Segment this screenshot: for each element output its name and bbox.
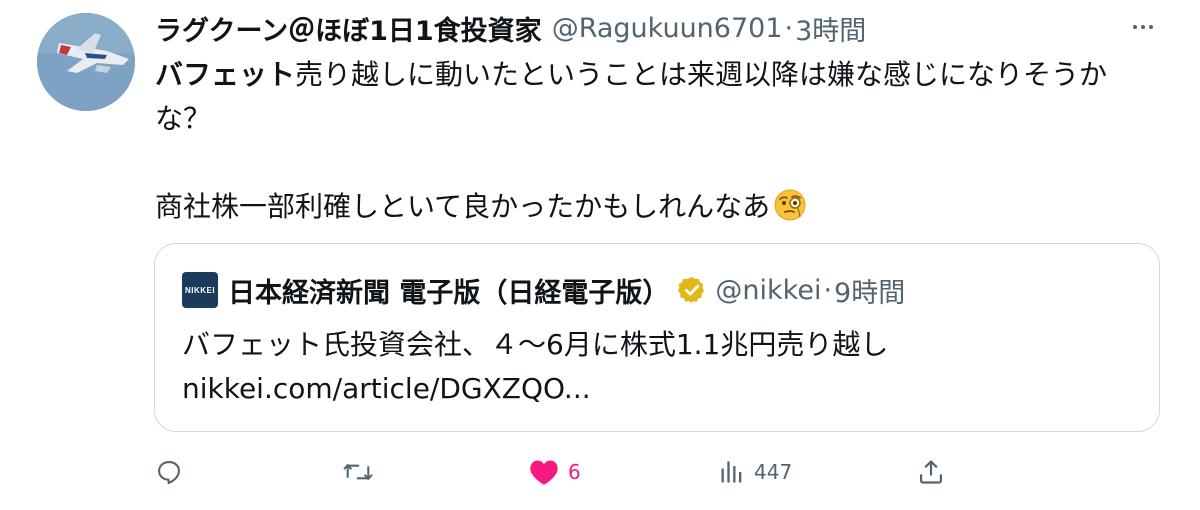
views-button[interactable]: 447 xyxy=(718,452,792,492)
quoted-author-display-name[interactable]: 日本経済新聞 電子版（日経電子版） xyxy=(228,271,669,310)
more-icon-dot xyxy=(1133,25,1137,29)
quoted-tweet-timestamp[interactable]: 9時間 xyxy=(834,271,905,310)
views-count: 447 xyxy=(754,460,793,484)
tweet-bold-term: バフェット xyxy=(155,58,296,91)
tweet-text-line-3-text: 商社株一部利確しといて良かったかもしれんなあ xyxy=(155,190,771,223)
like-button[interactable]: 6 xyxy=(528,452,581,492)
share-button[interactable] xyxy=(917,452,945,492)
author-display-name[interactable]: ラグクーン＠ほぼ1日1食投資家 xyxy=(155,9,542,48)
tweet-text-line-3: 商社株一部利確しといて良かったかもしれんなあ xyxy=(155,185,1165,229)
tweet-text-rest: 売り越しに動いたということは来週以降は嫌な感じになりそうか xyxy=(295,58,1108,91)
quoted-link[interactable]: nikkei.com/article/DGXZQO... xyxy=(182,367,888,411)
quoted-author-avatar[interactable]: NIKKEI xyxy=(182,272,218,308)
quoted-tweet-header: NIKKEI 日本経済新聞 電子版（日経電子版） @nikkei · 9時間 xyxy=(182,271,905,310)
more-icon-dot xyxy=(1149,25,1153,29)
reply-button[interactable] xyxy=(155,452,191,492)
tweet-text-line-1: バフェット売り越しに動いたということは来週以降は嫌な感じになりそうか xyxy=(155,53,1165,97)
more-icon-dot xyxy=(1141,25,1145,29)
quoted-tweet-text: バフェット氏投資会社、４～6月に株式1.1兆円売り越し nikkei.com/a… xyxy=(182,323,888,411)
quoted-avatar-logo-text: NIKKEI xyxy=(184,285,216,295)
views-icon xyxy=(721,461,742,483)
separator-dot: · xyxy=(784,12,794,44)
tweet-header: ラグクーン＠ほぼ1日1食投資家 @Ragukuun6701 · 3時間 xyxy=(155,8,866,48)
verified-badge-icon xyxy=(678,276,705,304)
retweet-icon xyxy=(343,464,373,480)
heart-icon xyxy=(530,460,558,485)
quoted-separator-dot: · xyxy=(823,274,833,306)
reply-icon xyxy=(158,461,180,485)
face-with-monocle-icon xyxy=(774,189,806,221)
retweet-button[interactable] xyxy=(342,452,382,492)
tweet[interactable]: ラグクーン＠ほぼ1日1食投資家 @Ragukuun6701 · 3時間 バフェッ… xyxy=(0,0,1200,510)
tweet-text: バフェット売り越しに動いたということは来週以降は嫌な感じになりそうか な？ 商社… xyxy=(155,53,1165,229)
more-options-button[interactable] xyxy=(1125,12,1161,42)
quoted-tweet-card[interactable]: NIKKEI 日本経済新聞 電子版（日経電子版） @nikkei · 9時間 バ… xyxy=(154,243,1160,432)
share-icon xyxy=(919,460,943,484)
author-handle[interactable]: @Ragukuun6701 xyxy=(552,13,783,44)
quoted-text-line-1: バフェット氏投資会社、４～6月に株式1.1兆円売り越し xyxy=(182,328,889,361)
quoted-author-handle[interactable]: @nikkei xyxy=(715,275,821,306)
tweet-text-line-2: な？ xyxy=(155,102,212,135)
like-count: 6 xyxy=(568,460,581,484)
tweet-action-bar: 6 447 xyxy=(155,452,955,492)
author-avatar[interactable] xyxy=(37,13,135,111)
tweet-timestamp[interactable]: 3時間 xyxy=(795,9,866,48)
